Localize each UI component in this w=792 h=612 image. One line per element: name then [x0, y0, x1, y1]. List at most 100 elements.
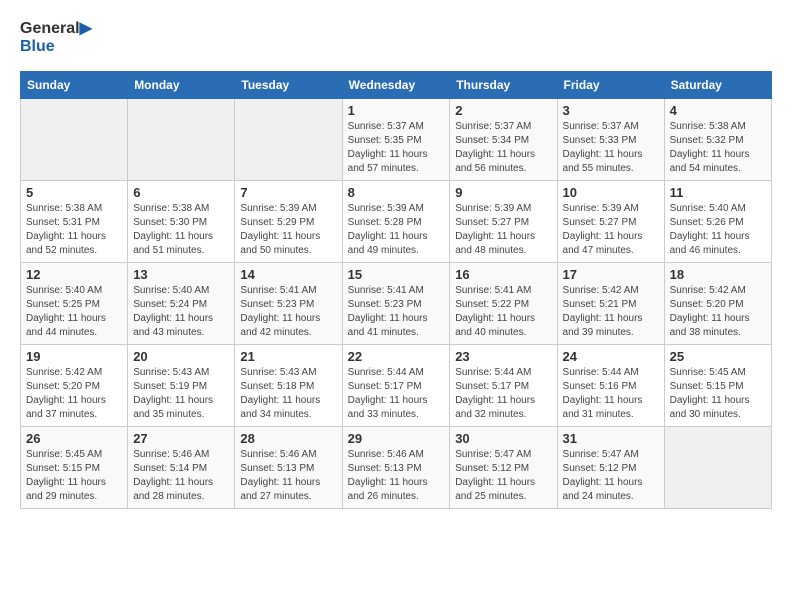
day-cell: 26Sunrise: 5:45 AM Sunset: 5:15 PM Dayli… [21, 427, 128, 509]
day-info: Sunrise: 5:43 AM Sunset: 5:18 PM Dayligh… [240, 366, 336, 422]
day-cell: 12 Sunrise: 5:40 AM Sunset: 5:25 PM Dayli… [21, 263, 128, 345]
day-cell: 25 Sunrise: 5:45 AM Sunset: 5:15 PM Dayli… [664, 345, 771, 427]
day-info: Sunrise: 5:39 AM Sunset: 5:27 PM Dayligh… [455, 202, 551, 258]
day-number: 19 [26, 349, 122, 364]
day-cell: 17 Sunrise: 5:42 AM Sunset: 5:21 PM Dayli… [557, 263, 664, 345]
week-row-3: 12 Sunrise: 5:40 AM Sunset: 5:25 PM Dayli… [21, 263, 772, 345]
day-cell: 19 Sunrise: 5:42 AM Sunset: 5:20 PM Dayli… [21, 345, 128, 427]
day-info: Sunrise: 5:39 AM Sunset: 5:27 PM Dayligh… [563, 202, 659, 258]
day-number: 29 [348, 431, 445, 446]
day-cell: 24 Sunrise: 5:44 AM Sunset: 5:16 PM Dayli… [557, 345, 664, 427]
day-cell: 13 Sunrise: 5:40 AM Sunset: 5:24 PM Dayli… [128, 263, 235, 345]
day-cell: 9 Sunrise: 5:39 AM Sunset: 5:27 PM Daylig… [450, 181, 557, 263]
day-cell: 14Sunrise: 5:41 AM Sunset: 5:23 PM Dayli… [235, 263, 342, 345]
day-info: Sunrise: 5:40 AM Sunset: 5:26 PM Dayligh… [670, 202, 766, 258]
day-cell: 21 Sunrise: 5:43 AM Sunset: 5:18 PM Dayli… [235, 345, 342, 427]
day-number: 6 [133, 185, 229, 200]
header-row: SundayMondayTuesdayWednesdayThursdayFrid… [21, 72, 772, 99]
week-row-5: 26Sunrise: 5:45 AM Sunset: 5:15 PM Dayli… [21, 427, 772, 509]
day-number: 24 [563, 349, 659, 364]
day-cell [235, 99, 342, 181]
day-cell: 31 Sunrise: 5:47 AM Sunset: 5:12 PM Dayli… [557, 427, 664, 509]
day-info: Sunrise: 5:42 AM Sunset: 5:20 PM Dayligh… [26, 366, 122, 422]
day-number: 4 [670, 103, 766, 118]
day-number: 11 [670, 185, 766, 200]
day-number: 25 [670, 349, 766, 364]
day-info: Sunrise: 5:46 AM Sunset: 5:14 PM Dayligh… [133, 448, 229, 504]
day-info: Sunrise: 5:45 AM Sunset: 5:15 PM Dayligh… [26, 448, 122, 504]
day-number: 17 [563, 267, 659, 282]
day-number: 21 [240, 349, 336, 364]
day-info: Sunrise: 5:38 AM Sunset: 5:31 PM Dayligh… [26, 202, 122, 258]
day-info: Sunrise: 5:44 AM Sunset: 5:17 PM Dayligh… [348, 366, 445, 422]
day-number: 30 [455, 431, 551, 446]
col-header-sunday: Sunday [21, 72, 128, 99]
day-cell: 1 Sunrise: 5:37 AM Sunset: 5:35 PM Daylig… [342, 99, 450, 181]
day-info: Sunrise: 5:44 AM Sunset: 5:17 PM Dayligh… [455, 366, 551, 422]
day-cell [664, 427, 771, 509]
day-info: Sunrise: 5:44 AM Sunset: 5:16 PM Dayligh… [563, 366, 659, 422]
day-info: Sunrise: 5:38 AM Sunset: 5:32 PM Dayligh… [670, 120, 766, 176]
day-info: Sunrise: 5:37 AM Sunset: 5:33 PM Dayligh… [563, 120, 659, 176]
day-cell: 7 Sunrise: 5:39 AM Sunset: 5:29 PM Daylig… [235, 181, 342, 263]
day-cell: 3 Sunrise: 5:37 AM Sunset: 5:33 PM Daylig… [557, 99, 664, 181]
day-info: Sunrise: 5:40 AM Sunset: 5:24 PM Dayligh… [133, 284, 229, 340]
logo: General▶ Blue [20, 20, 92, 55]
day-number: 14 [240, 267, 336, 282]
day-cell: 28Sunrise: 5:46 AM Sunset: 5:13 PM Dayli… [235, 427, 342, 509]
day-number: 28 [240, 431, 336, 446]
day-cell: 2Sunrise: 5:37 AM Sunset: 5:34 PM Daylig… [450, 99, 557, 181]
day-cell: 15 Sunrise: 5:41 AM Sunset: 5:23 PM Dayli… [342, 263, 450, 345]
col-header-tuesday: Tuesday [235, 72, 342, 99]
week-row-2: 5 Sunrise: 5:38 AM Sunset: 5:31 PM Daylig… [21, 181, 772, 263]
day-info: Sunrise: 5:45 AM Sunset: 5:15 PM Dayligh… [670, 366, 766, 422]
day-number: 3 [563, 103, 659, 118]
day-cell: 23 Sunrise: 5:44 AM Sunset: 5:17 PM Dayli… [450, 345, 557, 427]
day-number: 9 [455, 185, 551, 200]
day-number: 10 [563, 185, 659, 200]
day-number: 22 [348, 349, 445, 364]
col-header-wednesday: Wednesday [342, 72, 450, 99]
day-info: Sunrise: 5:46 AM Sunset: 5:13 PM Dayligh… [348, 448, 445, 504]
day-cell: 16Sunrise: 5:41 AM Sunset: 5:22 PM Dayli… [450, 263, 557, 345]
day-number: 31 [563, 431, 659, 446]
day-cell: 27 Sunrise: 5:46 AM Sunset: 5:14 PM Dayli… [128, 427, 235, 509]
col-header-thursday: Thursday [450, 72, 557, 99]
day-number: 1 [348, 103, 445, 118]
day-info: Sunrise: 5:41 AM Sunset: 5:22 PM Dayligh… [455, 284, 551, 340]
day-number: 23 [455, 349, 551, 364]
day-cell [21, 99, 128, 181]
day-cell: 5 Sunrise: 5:38 AM Sunset: 5:31 PM Daylig… [21, 181, 128, 263]
day-number: 13 [133, 267, 229, 282]
day-number: 7 [240, 185, 336, 200]
logo-text: General▶ Blue [20, 20, 92, 55]
col-header-monday: Monday [128, 72, 235, 99]
day-number: 15 [348, 267, 445, 282]
week-row-1: 1 Sunrise: 5:37 AM Sunset: 5:35 PM Daylig… [21, 99, 772, 181]
day-info: Sunrise: 5:43 AM Sunset: 5:19 PM Dayligh… [133, 366, 229, 422]
day-cell [128, 99, 235, 181]
day-number: 27 [133, 431, 229, 446]
day-info: Sunrise: 5:39 AM Sunset: 5:28 PM Dayligh… [348, 202, 445, 258]
col-header-saturday: Saturday [664, 72, 771, 99]
day-number: 20 [133, 349, 229, 364]
calendar-table: SundayMondayTuesdayWednesdayThursdayFrid… [20, 71, 772, 509]
day-info: Sunrise: 5:40 AM Sunset: 5:25 PM Dayligh… [26, 284, 122, 340]
col-header-friday: Friday [557, 72, 664, 99]
day-cell: 18Sunrise: 5:42 AM Sunset: 5:20 PM Dayli… [664, 263, 771, 345]
day-info: Sunrise: 5:47 AM Sunset: 5:12 PM Dayligh… [455, 448, 551, 504]
day-number: 5 [26, 185, 122, 200]
day-cell: 11 Sunrise: 5:40 AM Sunset: 5:26 PM Dayli… [664, 181, 771, 263]
day-cell: 8Sunrise: 5:39 AM Sunset: 5:28 PM Daylig… [342, 181, 450, 263]
day-cell: 10 Sunrise: 5:39 AM Sunset: 5:27 PM Dayli… [557, 181, 664, 263]
day-info: Sunrise: 5:37 AM Sunset: 5:35 PM Dayligh… [348, 120, 445, 176]
day-number: 12 [26, 267, 122, 282]
week-row-4: 19 Sunrise: 5:42 AM Sunset: 5:20 PM Dayli… [21, 345, 772, 427]
day-info: Sunrise: 5:39 AM Sunset: 5:29 PM Dayligh… [240, 202, 336, 258]
day-info: Sunrise: 5:41 AM Sunset: 5:23 PM Dayligh… [348, 284, 445, 340]
day-info: Sunrise: 5:38 AM Sunset: 5:30 PM Dayligh… [133, 202, 229, 258]
day-cell: 29 Sunrise: 5:46 AM Sunset: 5:13 PM Dayli… [342, 427, 450, 509]
day-info: Sunrise: 5:42 AM Sunset: 5:21 PM Dayligh… [563, 284, 659, 340]
day-info: Sunrise: 5:47 AM Sunset: 5:12 PM Dayligh… [563, 448, 659, 504]
day-cell: 22 Sunrise: 5:44 AM Sunset: 5:17 PM Dayli… [342, 345, 450, 427]
